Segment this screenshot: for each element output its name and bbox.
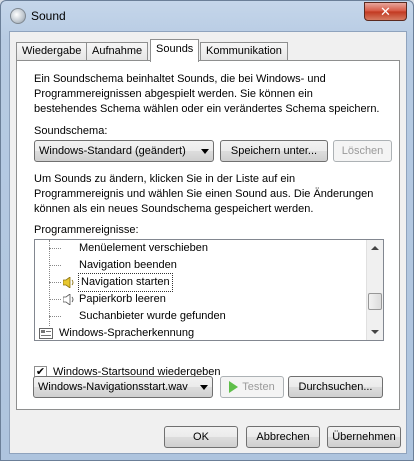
chevron-down-icon <box>201 149 209 154</box>
help-text-line-2: Programmereignis und wählen Sie einen So… <box>34 188 374 200</box>
events-label: Programmereignisse: <box>34 224 139 236</box>
help-text-line-1: Um Sounds zu ändern, klicken Sie in der … <box>34 173 296 185</box>
list-item[interactable]: Navigation beenden <box>35 257 365 274</box>
tree-branch <box>49 265 61 266</box>
tree-branch <box>49 248 61 249</box>
list-item-selected[interactable]: Navigation starten <box>35 273 365 292</box>
sound-file-select-value: Windows-Navigationsstart.wav <box>38 381 188 393</box>
test-sound-label: Testen <box>242 381 275 393</box>
list-item[interactable]: Papierkorb leeren <box>35 291 365 308</box>
save-as-button[interactable]: Speichern unter... <box>220 140 328 162</box>
cancel-button[interactable]: Abbrechen <box>246 426 320 448</box>
close-button[interactable]: ✕ <box>364 2 407 21</box>
test-sound-button[interactable]: Testen <box>220 376 284 398</box>
ok-button[interactable]: OK <box>164 426 238 448</box>
tab-aufnahme[interactable]: Aufnahme <box>86 42 149 61</box>
list-item[interactable]: Suchanbieter wurde gefunden <box>35 308 365 325</box>
intro-text-line-3: bestehendes Schema wählen oder ein verän… <box>34 103 380 115</box>
event-label: Papierkorb leeren <box>79 293 166 305</box>
sound-dialog-window: Sound ✕ Wiedergabe Aufnahme Sounds Kommu… <box>0 0 414 461</box>
event-group-label: Windows-Spracherkennung <box>59 327 195 339</box>
sound-app-icon <box>10 8 26 24</box>
scheme-select-value: Windows-Standard (geändert) <box>39 145 186 157</box>
tree-branch <box>49 282 61 283</box>
browse-button[interactable]: Durchsuchen... <box>288 376 383 398</box>
apply-button[interactable]: Übernehmen <box>327 426 401 448</box>
help-text-line-3: können als ein neues Soundschema gespeic… <box>34 203 314 215</box>
event-label: Navigation starten <box>78 273 173 292</box>
scheme-label: Soundschema: <box>34 125 108 137</box>
window-title: Sound <box>31 9 66 23</box>
event-label: Suchanbieter wurde gefunden <box>79 310 226 322</box>
tab-kommunikation[interactable]: Kommunikation <box>200 42 288 61</box>
speaker-icon <box>63 294 74 305</box>
tab-sounds[interactable]: Sounds <box>150 39 200 62</box>
events-list-scrollbar[interactable] <box>366 240 383 340</box>
speech-recognition-icon <box>39 328 53 339</box>
intro-text-line-1: Ein Soundschema beinhaltet Sounds, die b… <box>34 73 326 85</box>
title-bar[interactable]: Sound ✕ <box>1 1 413 31</box>
program-events-list[interactable]: Menüelement verschieben Navigation beend… <box>34 239 384 341</box>
intro-text-line-2: Programmereignissen abgespielt werden. S… <box>34 88 313 100</box>
event-label: Navigation beenden <box>79 259 177 271</box>
event-label: Menüelement verschieben <box>79 242 209 254</box>
list-group-row[interactable]: Windows-Spracherkennung <box>35 325 365 340</box>
speaker-active-icon <box>63 277 74 288</box>
tree-branch <box>49 316 61 317</box>
tree-branch <box>49 299 61 300</box>
sound-file-select[interactable]: Windows-Navigationsstart.wav <box>33 376 213 398</box>
scheme-select[interactable]: Windows-Standard (geändert) <box>34 140 214 162</box>
scroll-down-arrow-icon[interactable] <box>371 330 379 334</box>
play-icon <box>229 381 239 394</box>
tab-wiedergabe[interactable]: Wiedergabe <box>16 42 88 61</box>
scroll-up-arrow-icon[interactable] <box>371 246 379 250</box>
scroll-thumb[interactable] <box>368 293 382 310</box>
sounds-tab-panel: Ein Soundschema beinhaltet Sounds, die b… <box>16 60 400 410</box>
list-item[interactable]: Menüelement verschieben <box>35 240 365 257</box>
delete-scheme-button[interactable]: Löschen <box>333 140 392 162</box>
chevron-down-icon <box>200 385 208 390</box>
dialog-client-area: Wiedergabe Aufnahme Sounds Kommunikation… <box>9 31 407 454</box>
